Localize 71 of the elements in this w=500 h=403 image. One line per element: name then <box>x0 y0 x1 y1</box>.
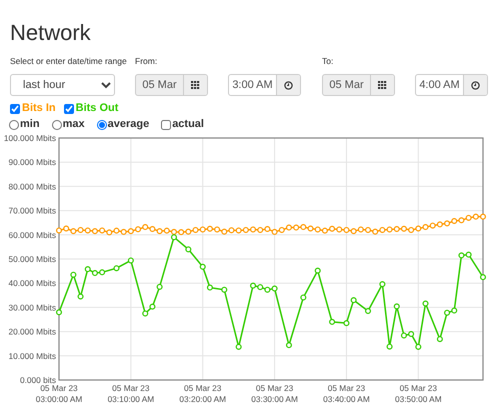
y-axis-label: 20.000 Mbits <box>8 326 56 337</box>
data-point <box>128 257 134 264</box>
time-field[interactable]: 3:00 AM <box>228 74 301 96</box>
x-axis-label: 05 Mar 23 03:50:00 AM <box>395 383 442 403</box>
series-checkbox[interactable] <box>64 104 74 114</box>
mode-radio[interactable] <box>9 120 19 130</box>
range-select[interactable]: last hour <box>10 74 115 96</box>
data-point <box>236 344 242 350</box>
data-point <box>300 294 306 300</box>
y-axis-label: 100.000 Mbits <box>4 133 56 143</box>
from-label: From: <box>135 55 158 68</box>
mode-checkbox[interactable] <box>161 120 172 130</box>
y-axis-label: 0.000 bits <box>20 375 56 385</box>
grid-icon <box>378 81 387 89</box>
data-point <box>329 318 336 325</box>
date-field[interactable]: 05 Mar <box>322 74 395 96</box>
mode-radio[interactable] <box>96 120 107 130</box>
range-label: Select or enter date/time range <box>10 55 127 68</box>
page-title: Network <box>9 19 92 46</box>
calendar-button[interactable] <box>183 75 207 95</box>
data-point <box>156 284 163 290</box>
data-point <box>206 284 213 291</box>
data-point <box>394 303 400 310</box>
grid-icon <box>191 81 200 89</box>
series-legend-label: Bits Out <box>76 102 118 115</box>
series-legend-label: Bits In <box>22 102 56 115</box>
data-point <box>56 309 62 316</box>
y-axis-label: 60.000 Mbits <box>8 230 56 240</box>
data-point <box>350 297 357 304</box>
time-field[interactable]: 4:00 AM <box>415 74 488 96</box>
y-axis-label: 30.000 Mbits <box>8 302 56 312</box>
y-axis-label: 70.000 Mbits <box>8 206 56 216</box>
data-point <box>365 308 372 314</box>
series-checkbox[interactable] <box>10 104 20 114</box>
to-label: To: <box>322 55 334 68</box>
y-axis-label: 10.000 Mbits <box>8 350 56 361</box>
mode-label: average <box>108 118 150 131</box>
data-point <box>436 336 443 342</box>
data-point <box>480 274 486 280</box>
data-point <box>386 344 393 350</box>
data-point <box>415 344 422 350</box>
y-axis-label: 40.000 Mbits <box>8 278 56 288</box>
mode-label: max <box>62 118 85 131</box>
y-axis-label: 80.000 Mbits <box>8 181 56 192</box>
data-point <box>343 320 350 326</box>
clock-button[interactable] <box>463 75 487 95</box>
clock-button[interactable] <box>276 75 300 95</box>
data-point <box>379 281 386 288</box>
data-point <box>422 300 429 307</box>
data-point <box>200 264 206 270</box>
x-axis-label: 05 Mar 23 03:30:00 AM <box>251 383 298 403</box>
data-point <box>114 265 120 272</box>
x-axis-label: 05 Mar 23 03:10:00 AM <box>108 383 154 403</box>
data-point <box>221 286 228 293</box>
clock-icon <box>284 80 293 90</box>
x-axis-label: 05 Mar 23 03:00:00 AM <box>36 383 82 403</box>
y-axis-label: 90.000 Mbits <box>8 157 56 168</box>
mode-radio[interactable] <box>52 120 62 130</box>
data-point <box>70 272 76 278</box>
mode-label: actual <box>172 118 204 131</box>
data-point <box>314 268 321 274</box>
clock-icon <box>471 80 480 90</box>
data-point <box>78 294 84 300</box>
data-point <box>286 342 292 348</box>
mode-label: min <box>20 118 40 131</box>
x-axis-label: 05 Mar 23 03:40:00 AM <box>323 383 370 403</box>
calendar-button[interactable] <box>370 75 394 95</box>
date-field[interactable]: 05 Mar <box>135 74 208 96</box>
data-point <box>185 246 192 252</box>
x-axis-label: 05 Mar 23 03:20:00 AM <box>179 383 226 403</box>
y-axis-label: 50.000 Mbits <box>8 254 56 264</box>
